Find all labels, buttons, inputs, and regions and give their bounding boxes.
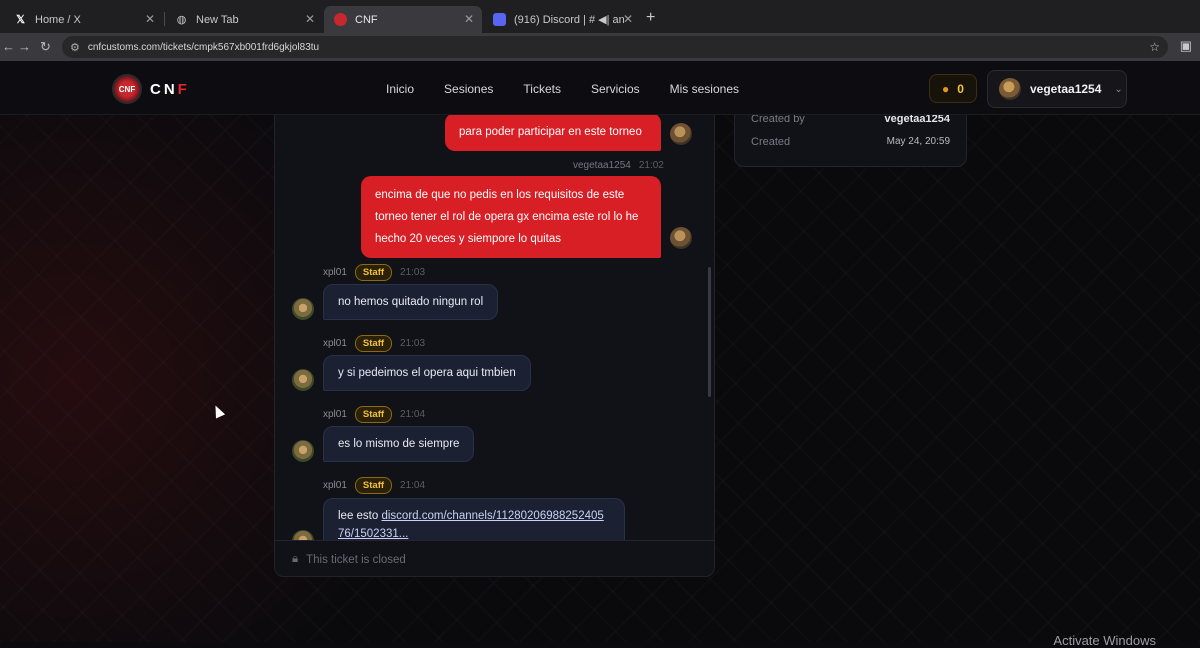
tab-cnf[interactable]: CNF ✕: [324, 6, 482, 33]
staff-badge: Staff: [355, 335, 392, 352]
nav-inicio[interactable]: Inicio: [386, 82, 414, 96]
message-meta: xpl01 Staff 21:04: [323, 477, 425, 494]
message-author[interactable]: xpl01: [323, 409, 347, 420]
user-menu[interactable]: vegetaa1254 ⌄: [987, 70, 1127, 108]
x-logo-icon: 𝕏: [14, 13, 27, 26]
tab-home-x[interactable]: 𝕏 Home / X ✕: [0, 6, 163, 33]
message-meta: xpl01 Staff 21:04: [323, 406, 425, 423]
chat-panel[interactable]: para poder participar en este torneo veg…: [274, 106, 715, 577]
info-value: May 24, 20:59: [887, 136, 950, 148]
close-tab-icon[interactable]: ✕: [464, 12, 474, 26]
close-tab-icon[interactable]: ✕: [305, 12, 315, 26]
nav-tickets[interactable]: Tickets: [523, 82, 561, 96]
avatar[interactable]: [292, 298, 314, 320]
tab-title: Home / X: [35, 14, 81, 26]
globe-icon: ◍: [175, 13, 188, 26]
message-text: encima de que no pedis en los requisitos…: [375, 189, 638, 245]
message-author[interactable]: xpl01: [323, 480, 347, 491]
staff-badge: Staff: [355, 264, 392, 281]
info-label: Created: [751, 136, 790, 148]
main-nav: Inicio Sesiones Tickets Servicios Mis se…: [386, 82, 739, 96]
nav-sesiones[interactable]: Sesiones: [444, 82, 493, 96]
message-author[interactable]: xpl01: [323, 267, 347, 278]
staff-badge: Staff: [355, 406, 392, 423]
windows-activation-watermark: Activate Windows: [1053, 633, 1156, 648]
tab-title: (916) Discord | # ◀| anuncios |: [514, 13, 624, 26]
coin-count: 0: [957, 82, 964, 96]
message-text: lee esto: [338, 510, 381, 522]
ticket-closed-notice: 🔒︎ This ticket is closed: [275, 540, 715, 577]
chat-scrollbar[interactable]: [708, 267, 711, 397]
bookmark-star-icon[interactable]: ☆: [1149, 40, 1160, 54]
username: vegetaa1254: [1030, 82, 1101, 96]
forward-icon[interactable]: →: [18, 39, 31, 54]
address-bar[interactable]: ⚙ cnfcustoms.com/tickets/cmpk567xb001frd…: [62, 36, 1168, 58]
tab-title: New Tab: [196, 14, 239, 26]
tab-strip: 𝕏 Home / X ✕ ◍ New Tab ✕ CNF ✕ (916) Dis…: [0, 0, 1200, 35]
message-time: 21:04: [400, 409, 425, 420]
message-time: 21:03: [400, 267, 425, 278]
message-meta: xpl01 Staff 21:03: [323, 335, 425, 352]
discord-icon: [493, 13, 506, 26]
avatar: [999, 78, 1021, 100]
cnf-icon: [334, 13, 347, 26]
tab-new-tab[interactable]: ◍ New Tab ✕: [165, 6, 323, 33]
message-time: 21:02: [639, 160, 664, 171]
avatar[interactable]: [292, 440, 314, 462]
site-info-icon[interactable]: ⚙: [70, 41, 80, 54]
nav-servicios[interactable]: Servicios: [591, 82, 640, 96]
avatar[interactable]: [670, 123, 692, 145]
chat-message: es lo mismo de siempre: [323, 426, 474, 462]
back-icon[interactable]: ←: [2, 39, 15, 54]
message-meta: xpl01 Staff 21:03: [323, 264, 425, 281]
close-tab-icon[interactable]: ✕: [623, 12, 633, 26]
staff-badge: Staff: [355, 477, 392, 494]
message-text: para poder participar en este torneo: [459, 126, 642, 138]
message-text: es lo mismo de siempre: [338, 438, 459, 450]
logo-text: CNF: [150, 81, 190, 98]
coin-balance[interactable]: ● 0: [929, 74, 977, 103]
tab-title: CNF: [355, 14, 378, 26]
discord-link-cont[interactable]: 76/1502331...: [338, 528, 408, 540]
chat-message: encima de que no pedis en los requisitos…: [361, 176, 661, 258]
coin-icon: ●: [942, 82, 949, 96]
reload-icon[interactable]: ↻: [40, 39, 51, 55]
logo-text-left: CN: [150, 81, 178, 98]
lock-icon: 🔒︎: [292, 553, 298, 566]
site-logo[interactable]: CNF CNF: [112, 74, 190, 104]
extensions-icon[interactable]: ▣: [1180, 38, 1192, 54]
discord-link[interactable]: discord.com/channels/11280206988252405: [381, 510, 603, 522]
message-text: y si pedeimos el opera aqui tmbien: [338, 367, 516, 379]
tab-discord[interactable]: (916) Discord | # ◀| anuncios | ✕: [483, 6, 641, 33]
message-time: 21:04: [400, 480, 425, 491]
chat-message: y si pedeimos el opera aqui tmbien: [323, 355, 531, 391]
info-created: Created May 24, 20:59: [751, 136, 950, 148]
url-text: cnfcustoms.com/tickets/cmpk567xb001frd6g…: [88, 42, 319, 53]
close-tab-icon[interactable]: ✕: [145, 12, 155, 26]
chevron-down-icon: ⌄: [1114, 84, 1122, 95]
site-header: CNF CNF Inicio Sesiones Tickets Servicio…: [0, 61, 1200, 115]
logo-badge: CNF: [112, 74, 142, 104]
message-meta: vegetaa1254 21:02: [573, 160, 664, 171]
chat-message: para poder participar en este torneo: [445, 113, 661, 151]
message-author[interactable]: vegetaa1254: [573, 160, 631, 171]
avatar[interactable]: [292, 369, 314, 391]
avatar[interactable]: [670, 227, 692, 249]
message-time: 21:03: [400, 338, 425, 349]
new-tab-button[interactable]: +: [646, 9, 655, 27]
message-author[interactable]: xpl01: [323, 338, 347, 349]
logo-text-right: F: [178, 81, 190, 98]
closed-text: This ticket is closed: [306, 554, 406, 566]
nav-mis-sesiones[interactable]: Mis sesiones: [670, 82, 739, 96]
chat-message: no hemos quitado ningun rol: [323, 284, 498, 320]
message-text: no hemos quitado ningun rol: [338, 296, 483, 308]
